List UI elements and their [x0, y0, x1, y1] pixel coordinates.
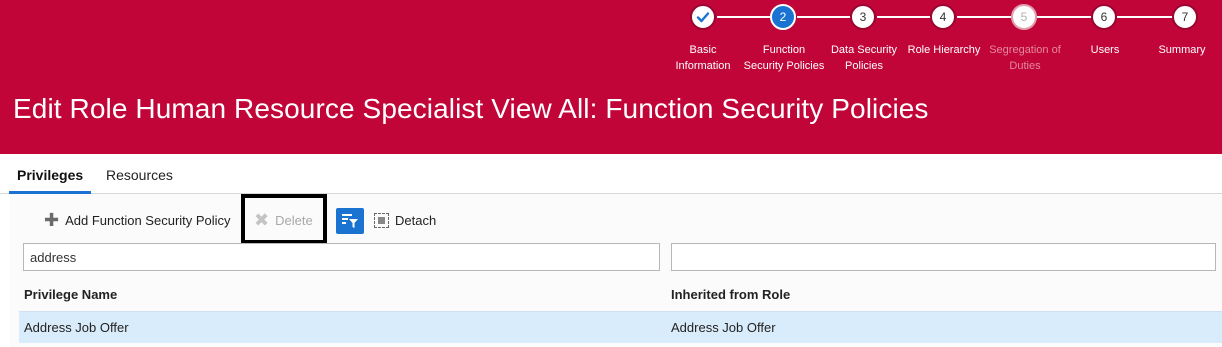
query-by-example-icon[interactable]	[336, 208, 364, 234]
train-step-segregation-of-duties-label: Segregation of Duties	[989, 44, 1061, 72]
detach-button[interactable]: Detach	[374, 213, 436, 228]
train-connector	[797, 16, 853, 18]
page-header: Basic Information 2 Function Security Po…	[0, 0, 1222, 154]
plus-icon: ✚	[44, 210, 60, 230]
add-function-security-policy-button[interactable]: ✚ Add Function Security Policy	[44, 210, 231, 230]
train-step-role-hierarchy-label[interactable]: Role Hierarchy	[899, 42, 989, 58]
train-step-basic-information[interactable]	[690, 4, 716, 30]
cell-inherited-from-role: Address Job Offer	[671, 320, 776, 335]
delete-button[interactable]: ✖ Delete	[254, 210, 313, 230]
train-step-data-security-policies[interactable]: 3	[850, 4, 876, 30]
column-header-inherited-from-role[interactable]: Inherited from Role	[671, 287, 790, 302]
train-connector	[957, 16, 1013, 18]
train-step-data-security-policies-label[interactable]: Data Security Policies	[819, 42, 909, 74]
train-step-function-security-policies[interactable]: 2	[770, 4, 796, 30]
process-train: Basic Information 2 Function Security Po…	[0, 0, 1222, 80]
train-step-summary[interactable]: 7	[1172, 4, 1198, 30]
table-row[interactable]: Address Job Offer Address Job Offer	[19, 311, 1222, 343]
column-header-privilege-name[interactable]: Privilege Name	[24, 287, 117, 302]
train-step-basic-information-label[interactable]: Basic Information	[658, 42, 748, 74]
train-connector	[877, 16, 933, 18]
train-connector	[1117, 16, 1174, 18]
detach-icon	[374, 213, 389, 228]
train-step-function-security-policies-label[interactable]: Function Security Policies	[739, 42, 829, 74]
privilege-name-filter-input[interactable]	[23, 243, 660, 271]
train-connector	[1037, 16, 1093, 18]
train-step-segregation-of-duties: 5	[1011, 4, 1037, 30]
cell-privilege-name: Address Job Offer	[24, 320, 129, 335]
tab-bar: Privileges Resources	[0, 154, 1222, 194]
checkmark-icon	[696, 12, 710, 23]
train-connector	[717, 16, 773, 18]
page-title: Edit Role Human Resource Specialist View…	[13, 93, 929, 124]
filter-funnel-icon	[342, 214, 358, 228]
inherited-from-role-filter-input[interactable]	[671, 243, 1216, 271]
train-step-users[interactable]: 6	[1091, 4, 1117, 30]
tab-resources[interactable]: Resources	[106, 167, 173, 193]
tab-privileges[interactable]: Privileges	[9, 167, 92, 194]
train-step-role-hierarchy[interactable]: 4	[930, 4, 956, 30]
train-step-summary-label[interactable]: Summary	[1142, 42, 1222, 58]
train-step-users-label[interactable]: Users	[1060, 42, 1150, 58]
privileges-panel: ✚ Add Function Security Policy ✖ Delete …	[10, 194, 1222, 347]
delete-x-icon: ✖	[254, 210, 270, 230]
